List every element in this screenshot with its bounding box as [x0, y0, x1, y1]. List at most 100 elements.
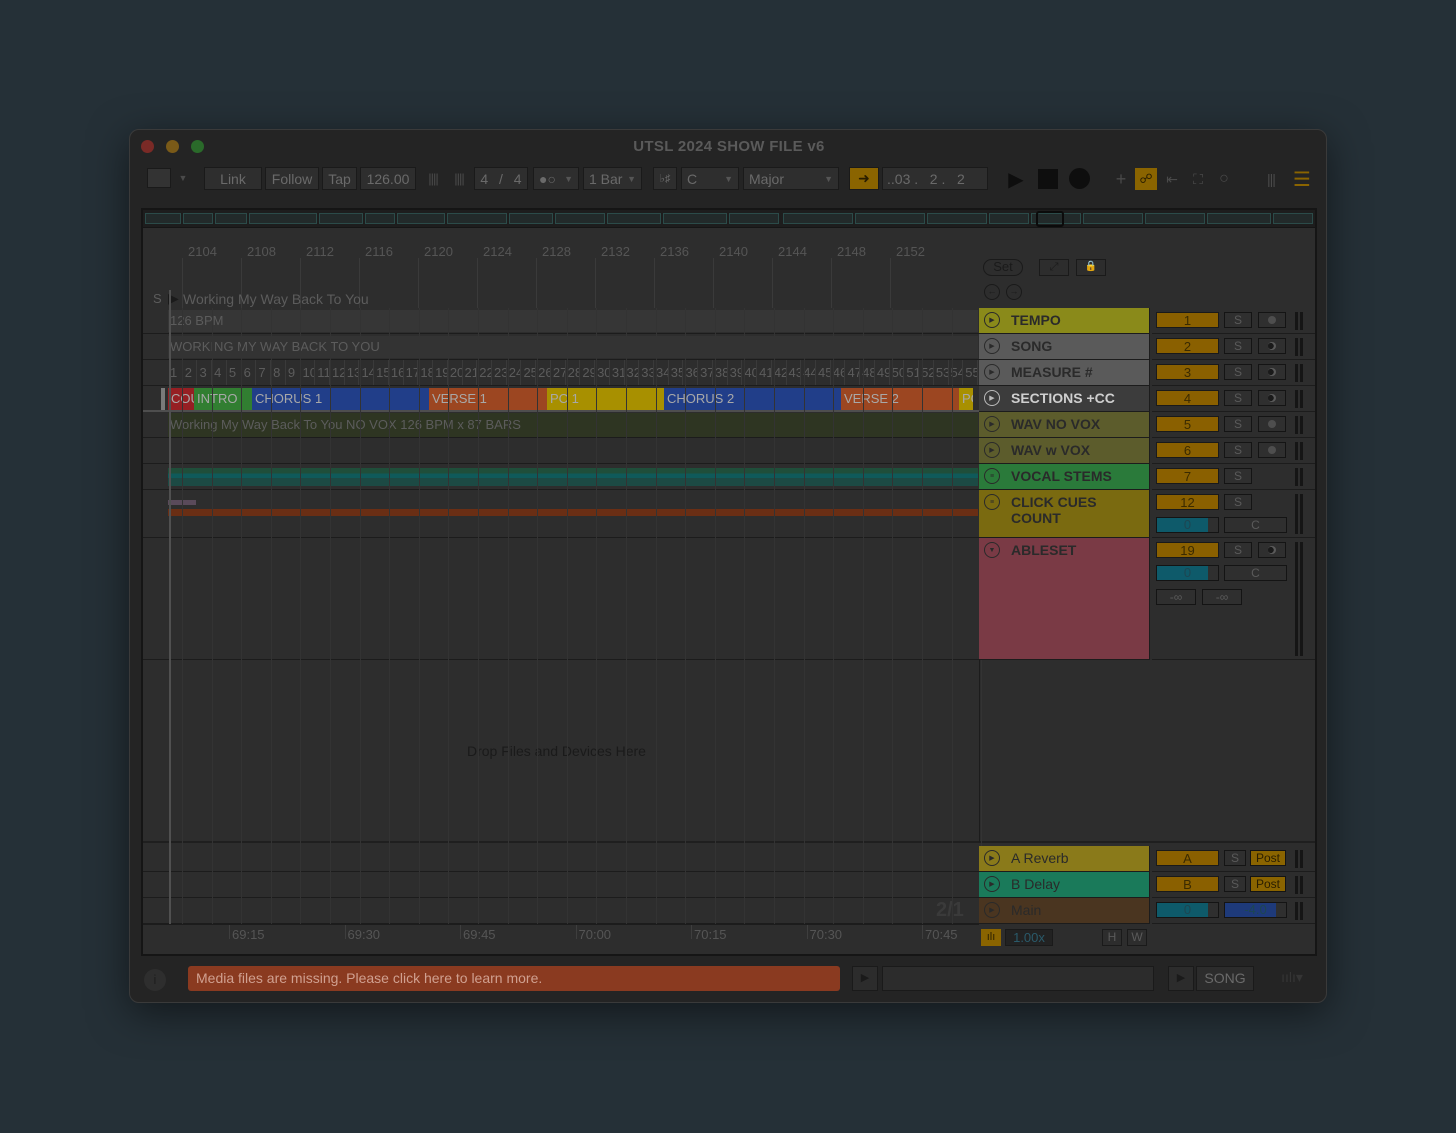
- solo-button[interactable]: S: [1224, 876, 1246, 892]
- return-letter[interactable]: A: [1156, 850, 1219, 866]
- time-ruler[interactable]: 69:15 69:30 69:45 70:00 70:15 70:30 70:45: [143, 924, 979, 954]
- back-to-arrangement-icon[interactable]: ⇤: [1161, 168, 1183, 190]
- master-volume-field[interactable]: 0: [1156, 902, 1219, 918]
- time-signature[interactable]: 4 / 4: [474, 167, 528, 190]
- solo-button[interactable]: S: [1224, 416, 1252, 432]
- tap-tempo-button[interactable]: Tap: [322, 167, 357, 190]
- track-number[interactable]: 7: [1156, 468, 1219, 484]
- track-play-icon[interactable]: ▶: [984, 416, 1000, 432]
- wav-no-vox-lane[interactable]: Working My Way Back To You NO VOX 126 BP…: [143, 412, 979, 438]
- record-icon[interactable]: [1069, 168, 1090, 189]
- solo-button[interactable]: S: [1224, 312, 1252, 328]
- solo-button[interactable]: S: [1224, 442, 1252, 458]
- song-lane[interactable]: WORKING MY WAY BACK TO YOU: [143, 334, 979, 360]
- pan-field[interactable]: C: [1224, 517, 1287, 533]
- clip-view-field[interactable]: [882, 966, 1154, 991]
- time-signature-numerator[interactable]: 4: [480, 171, 488, 187]
- wav-w-vox-lane[interactable]: [143, 438, 979, 464]
- solo-button[interactable]: S: [1224, 390, 1252, 406]
- tempo-lane[interactable]: 126 BPM: [143, 308, 979, 334]
- previous-locator-icon[interactable]: ←: [984, 284, 1000, 300]
- post-button[interactable]: Post: [1250, 876, 1286, 892]
- master-level-field[interactable]: -4.0: [1224, 902, 1287, 918]
- track-number[interactable]: 6: [1156, 442, 1219, 458]
- fold-icon[interactable]: ▼: [984, 542, 1000, 558]
- expand-icon[interactable]: ⤢: [1039, 259, 1069, 276]
- solo-button[interactable]: S: [1224, 542, 1252, 558]
- arm-button[interactable]: [1258, 416, 1286, 432]
- track-play-icon[interactable]: ▶: [984, 364, 1000, 380]
- measure-lane[interactable]: 1234567891011121314151617181920212223242…: [143, 360, 979, 386]
- track-number[interactable]: 1: [1156, 312, 1219, 328]
- loop-icon[interactable]: ⛶: [1187, 168, 1209, 190]
- lock-icon[interactable]: 🔒: [1076, 259, 1106, 276]
- follow-button[interactable]: Follow: [265, 167, 319, 190]
- solo-button[interactable]: S: [1224, 468, 1252, 484]
- track-header-tempo[interactable]: ▶ TEMPO: [979, 308, 1150, 334]
- track-play-icon[interactable]: ▶: [984, 442, 1000, 458]
- section-clip[interactable]: CHORUS 1: [252, 388, 429, 410]
- section-clip[interactable]: CHORUS 2: [664, 388, 841, 410]
- track-number[interactable]: 4: [1156, 390, 1219, 406]
- track-play-icon[interactable]: ▶: [984, 850, 1000, 866]
- track-header-song[interactable]: ▶ SONG: [979, 334, 1150, 360]
- section-clip[interactable]: COUNT: [168, 388, 194, 410]
- loop-start-marker[interactable]: [161, 388, 165, 410]
- track-play-icon[interactable]: ▶: [984, 390, 1000, 406]
- zoom-field[interactable]: 1.00x: [1005, 929, 1053, 946]
- arm-button[interactable]: [1258, 442, 1286, 458]
- track-play-icon[interactable]: ≡: [984, 494, 1000, 510]
- add-icon[interactable]: +: [1110, 168, 1132, 190]
- ableset-lane[interactable]: [143, 538, 979, 660]
- a-reverb-lane[interactable]: [143, 846, 979, 872]
- return-letter[interactable]: B: [1156, 876, 1219, 892]
- vocal-stems-lane[interactable]: [143, 464, 979, 490]
- h-button[interactable]: H: [1102, 929, 1122, 946]
- play-icon[interactable]: ▶: [1004, 167, 1028, 191]
- track-play-icon[interactable]: ≡: [984, 468, 1000, 484]
- link-button[interactable]: Link: [204, 167, 262, 190]
- menu-icon[interactable]: ☰: [1291, 168, 1313, 191]
- beat-time-ruler[interactable]: 2104 2108 2112 2116 2120 2124 2128 2132 2136 2140…: [143, 232, 979, 308]
- monitor-icon[interactable]: [1258, 542, 1286, 558]
- track-header-measure[interactable]: ▶ MEASURE #: [979, 360, 1150, 386]
- volume-field[interactable]: 0: [1156, 565, 1219, 581]
- track-number[interactable]: 5: [1156, 416, 1219, 432]
- song-play-icon[interactable]: ▶: [1168, 966, 1194, 991]
- vocal-stems-clip[interactable]: [168, 468, 978, 486]
- quantize-select[interactable]: 1 Bar ▼: [583, 167, 642, 190]
- pan-field[interactable]: C: [1224, 565, 1287, 581]
- set-button[interactable]: Set: [983, 259, 1023, 276]
- return-header-a-reverb[interactable]: ▶ A Reverb: [979, 846, 1150, 872]
- track-play-icon[interactable]: ▶: [984, 876, 1000, 892]
- mixer-view-icon[interactable]: ıılı▾: [1274, 969, 1310, 989]
- volume-field[interactable]: 0: [1156, 517, 1219, 533]
- stop-icon[interactable]: [1038, 169, 1058, 189]
- arm-button[interactable]: [1258, 312, 1286, 328]
- sections-lane[interactable]: COUNTINTROCHORUS 1VERSE 1PC 1CHORUS 2VER…: [143, 386, 979, 412]
- track-number[interactable]: 19: [1156, 542, 1219, 558]
- track-header-vocal-stems[interactable]: ≡ VOCAL STEMS: [979, 464, 1150, 490]
- b-delay-lane[interactable]: [143, 872, 979, 898]
- time-signature-denominator[interactable]: 4: [514, 171, 522, 187]
- scale-mode-button[interactable]: ♭♯: [653, 167, 677, 190]
- monitor-icon[interactable]: [1258, 364, 1286, 380]
- solo-button[interactable]: S: [1224, 338, 1252, 354]
- track-number[interactable]: 3: [1156, 364, 1219, 380]
- waveform-toggle-icon[interactable]: ılı: [981, 929, 1001, 946]
- scale-select[interactable]: Major ▼: [743, 167, 839, 190]
- tempo-field[interactable]: 126.00: [360, 167, 416, 190]
- click-cues-clip[interactable]: [168, 509, 978, 516]
- track-number[interactable]: 2: [1156, 338, 1219, 354]
- track-header-click-cues-count[interactable]: ≡ CLICK CUES COUNT: [979, 490, 1150, 538]
- section-clip[interactable]: VERSE 1: [429, 388, 547, 410]
- missing-media-message[interactable]: Media files are missing. Please click he…: [188, 966, 840, 991]
- metronome-toggle[interactable]: ●○ ▼: [533, 167, 579, 190]
- master-header[interactable]: ▶ Main: [979, 898, 1150, 924]
- locator-name[interactable]: Working My Way Back To You: [183, 291, 369, 307]
- track-header-ableset[interactable]: ▼ ABLESET: [979, 538, 1150, 660]
- zoom-window-button[interactable]: [191, 140, 204, 153]
- track-header-wav-w-vox[interactable]: ▶ WAV w VOX: [979, 438, 1150, 464]
- send-b-field[interactable]: -∞: [1202, 589, 1242, 605]
- info-icon[interactable]: i: [144, 969, 166, 991]
